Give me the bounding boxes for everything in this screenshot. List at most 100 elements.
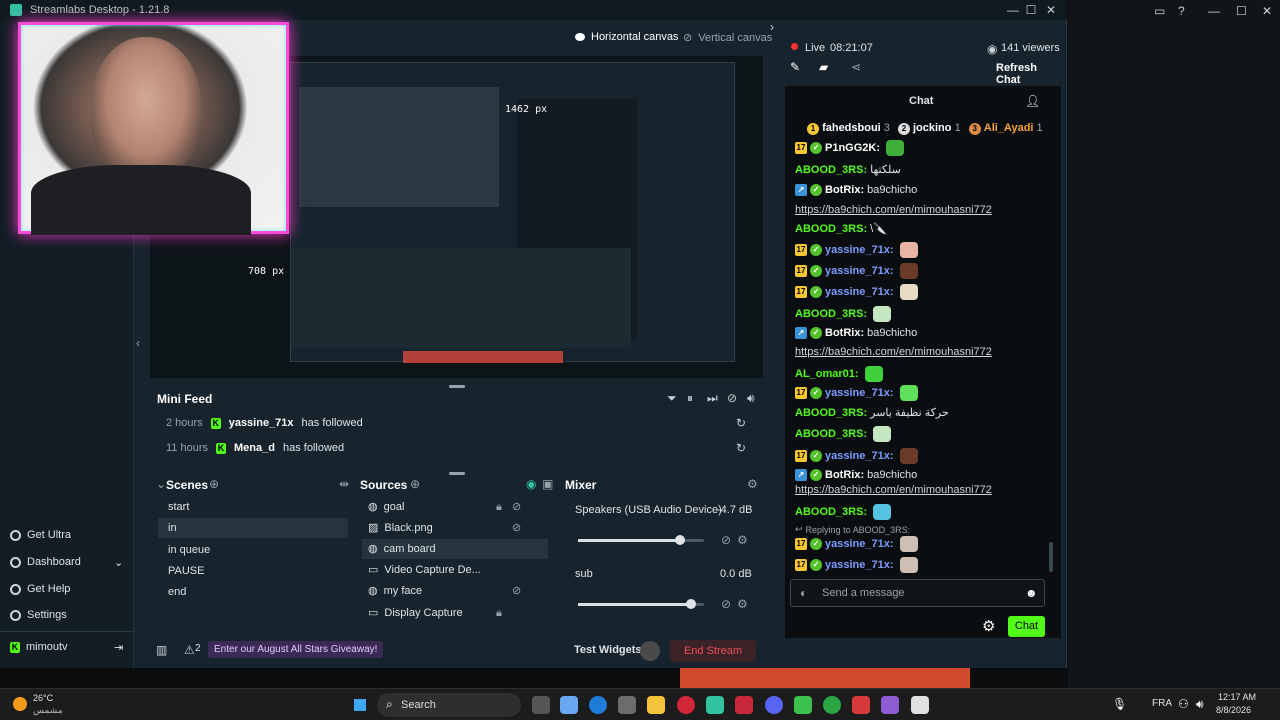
folder-icon[interactable] bbox=[647, 696, 665, 714]
close-icon[interactable]: ✕ bbox=[1041, 3, 1061, 17]
lock-icon[interactable]: 🔒︎ bbox=[496, 603, 502, 623]
gear-icon[interactable]: ⚙ bbox=[737, 597, 748, 611]
mute-icon[interactable]: ⊘ bbox=[721, 533, 731, 547]
source-tools-icon[interactable]: ◉ bbox=[526, 477, 536, 491]
chat-username[interactable]: yassine_71x: bbox=[825, 265, 894, 277]
app-icon[interactable] bbox=[852, 696, 870, 714]
source-item[interactable]: ▭ Video Capture De... bbox=[362, 560, 548, 580]
share-icon[interactable]: ⋖ bbox=[851, 60, 861, 74]
chat-username[interactable]: BotRix: bbox=[825, 327, 864, 339]
record-icon[interactable] bbox=[640, 641, 660, 661]
add-scene-icon[interactable]: ⊕ bbox=[209, 477, 219, 491]
scene-item[interactable]: start bbox=[158, 497, 348, 517]
edit-icon[interactable]: ✎ bbox=[790, 60, 800, 74]
gear-icon[interactable]: ⚙ bbox=[747, 477, 758, 491]
chat-link[interactable]: https://ba9chich.com/en/mimouhasni772 bbox=[795, 346, 992, 358]
nav-user[interactable]: Kmimoutv ⇥ bbox=[10, 641, 123, 654]
chat-username[interactable]: ABOOD_3RS: bbox=[795, 164, 867, 176]
chat-username[interactable]: ABOOD_3RS: bbox=[795, 428, 867, 440]
window-icon[interactable]: ▭ bbox=[1154, 4, 1165, 18]
discord-icon[interactable] bbox=[765, 696, 783, 714]
mic-icon[interactable]: 🎙︎ bbox=[1112, 697, 1127, 711]
chevron-down-icon[interactable]: ⌄ bbox=[156, 477, 166, 491]
chat-username[interactable]: BotRix: bbox=[825, 469, 864, 481]
volume-slider[interactable] bbox=[578, 599, 704, 609]
chat-username[interactable]: yassine_71x: bbox=[825, 450, 894, 462]
taskbar-search[interactable]: ⌕ Search bbox=[377, 693, 521, 717]
send-chat-button[interactable]: Chat bbox=[1008, 616, 1045, 637]
windows-start-icon[interactable] bbox=[352, 697, 368, 713]
folder-icon[interactable]: ▣ bbox=[542, 477, 553, 491]
maximize-icon[interactable]: ☐ bbox=[1021, 3, 1041, 17]
source-item[interactable]: ▭ Display Capture 🔒︎ bbox=[362, 603, 548, 623]
lock-icon[interactable]: 🔒︎ bbox=[496, 497, 502, 517]
giveaway-banner[interactable]: Enter our August All Stars Giveaway! bbox=[208, 641, 384, 658]
source-item[interactable]: ◍ my face ⊘ bbox=[362, 581, 548, 601]
notepad-icon[interactable] bbox=[911, 696, 929, 714]
xbox-icon[interactable] bbox=[823, 696, 841, 714]
app-icon[interactable] bbox=[794, 696, 812, 714]
nav-dashboard[interactable]: Dashboard ⌄ bbox=[10, 556, 123, 569]
language-indicator[interactable]: FRA bbox=[1152, 698, 1172, 709]
chat-scrollbar[interactable] bbox=[1049, 542, 1053, 572]
volume-icon[interactable]: 🔊︎ bbox=[747, 391, 755, 406]
visibility-icon[interactable]: ⊘ bbox=[512, 581, 521, 601]
chat-text[interactable]: https://ba9chich.com/en/mimouhasni772 bbox=[795, 204, 992, 216]
chat-link[interactable]: https://ba9chich.com/en/mimouhasni772 bbox=[795, 204, 992, 216]
pause-icon[interactable]: ⏸ bbox=[687, 391, 693, 406]
scene-item[interactable]: in queue bbox=[158, 540, 348, 560]
replay-icon[interactable]: ↻ bbox=[736, 441, 746, 455]
chat-username[interactable]: yassine_71x: bbox=[825, 538, 894, 550]
tab-vertical-canvas[interactable]: ⊘ Vertical canvas bbox=[683, 31, 772, 45]
store-icon[interactable] bbox=[618, 696, 636, 714]
visibility-icon[interactable]: ⊘ bbox=[512, 497, 521, 517]
scene-item[interactable]: end bbox=[158, 582, 348, 602]
chat-username[interactable]: yassine_71x: bbox=[825, 286, 894, 298]
chat-username[interactable]: ABOOD_3RS: bbox=[795, 308, 867, 320]
replay-icon[interactable]: ↻ bbox=[736, 416, 746, 430]
chat-username[interactable]: ABOOD_3RS: bbox=[795, 407, 867, 419]
volume-slider[interactable] bbox=[578, 535, 704, 545]
chat-username[interactable]: ABOOD_3RS: bbox=[795, 506, 867, 518]
gear-icon[interactable]: ⚙ bbox=[737, 533, 748, 547]
nav-settings[interactable]: Settings bbox=[10, 609, 67, 621]
minimize-icon[interactable]: — bbox=[1003, 3, 1023, 17]
volume-icon[interactable]: 🔊︎ bbox=[1196, 697, 1204, 712]
tab-horizontal-canvas[interactable]: Horizontal canvas bbox=[575, 31, 678, 43]
streamlabs-taskbar-icon[interactable] bbox=[706, 696, 724, 714]
scene-item[interactable]: PAUSE bbox=[158, 561, 348, 581]
test-widgets-button[interactable]: Test Widgets bbox=[574, 644, 642, 656]
visibility-icon[interactable]: ⊘ bbox=[512, 518, 521, 538]
chat-text[interactable]: https://ba9chich.com/en/mimouhasni772 bbox=[795, 484, 992, 496]
clip-icon[interactable]: ▰ bbox=[819, 60, 828, 74]
chat-input[interactable]: ◐ Send a message ☻ bbox=[790, 579, 1045, 607]
filter-icon[interactable]: ⏷ bbox=[667, 391, 677, 406]
nav-get-help[interactable]: Get Help bbox=[10, 583, 70, 595]
stats-icon[interactable]: ▥ bbox=[156, 643, 167, 657]
chat-username[interactable]: ABOOD_3RS: bbox=[795, 223, 867, 235]
maximize-icon[interactable]: ☐ bbox=[1236, 4, 1247, 18]
logout-icon[interactable]: ⇥ bbox=[114, 641, 123, 654]
nav-get-ultra[interactable]: Get Ultra bbox=[10, 529, 71, 541]
chat-username[interactable]: yassine_71x: bbox=[825, 244, 894, 256]
chat-text[interactable]: https://ba9chich.com/en/mimouhasni772 bbox=[795, 346, 992, 358]
edge-icon[interactable] bbox=[589, 696, 607, 714]
gear-icon[interactable]: ⚙ bbox=[982, 617, 995, 635]
chat-username[interactable]: yassine_71x: bbox=[825, 559, 894, 571]
user-settings-icon[interactable]: 👤︎ bbox=[1025, 94, 1040, 108]
close-icon[interactable]: ✕ bbox=[1262, 4, 1272, 18]
scene-collections-icon[interactable]: ⇹ bbox=[339, 477, 349, 491]
mute-alerts-icon[interactable]: ⊘ bbox=[727, 391, 737, 405]
chat-username[interactable]: P1nGG2K: bbox=[825, 142, 880, 154]
mute-icon[interactable]: ⊘ bbox=[721, 597, 731, 611]
emoji-icon[interactable]: ☻ bbox=[1025, 586, 1038, 600]
minimize-icon[interactable]: — bbox=[1208, 4, 1220, 18]
copilot-icon[interactable] bbox=[560, 696, 578, 714]
refresh-chat-button[interactable]: Refresh Chat bbox=[996, 62, 1061, 86]
network-icon[interactable]: ⚇ bbox=[1178, 697, 1189, 711]
opera-icon[interactable] bbox=[677, 696, 695, 714]
source-item-active[interactable]: ◍ cam board bbox=[362, 539, 548, 559]
scene-item-active[interactable]: in bbox=[158, 518, 348, 538]
alert-icon[interactable]: ⚠ bbox=[184, 643, 195, 657]
collapse-right-icon[interactable]: › bbox=[770, 20, 774, 34]
